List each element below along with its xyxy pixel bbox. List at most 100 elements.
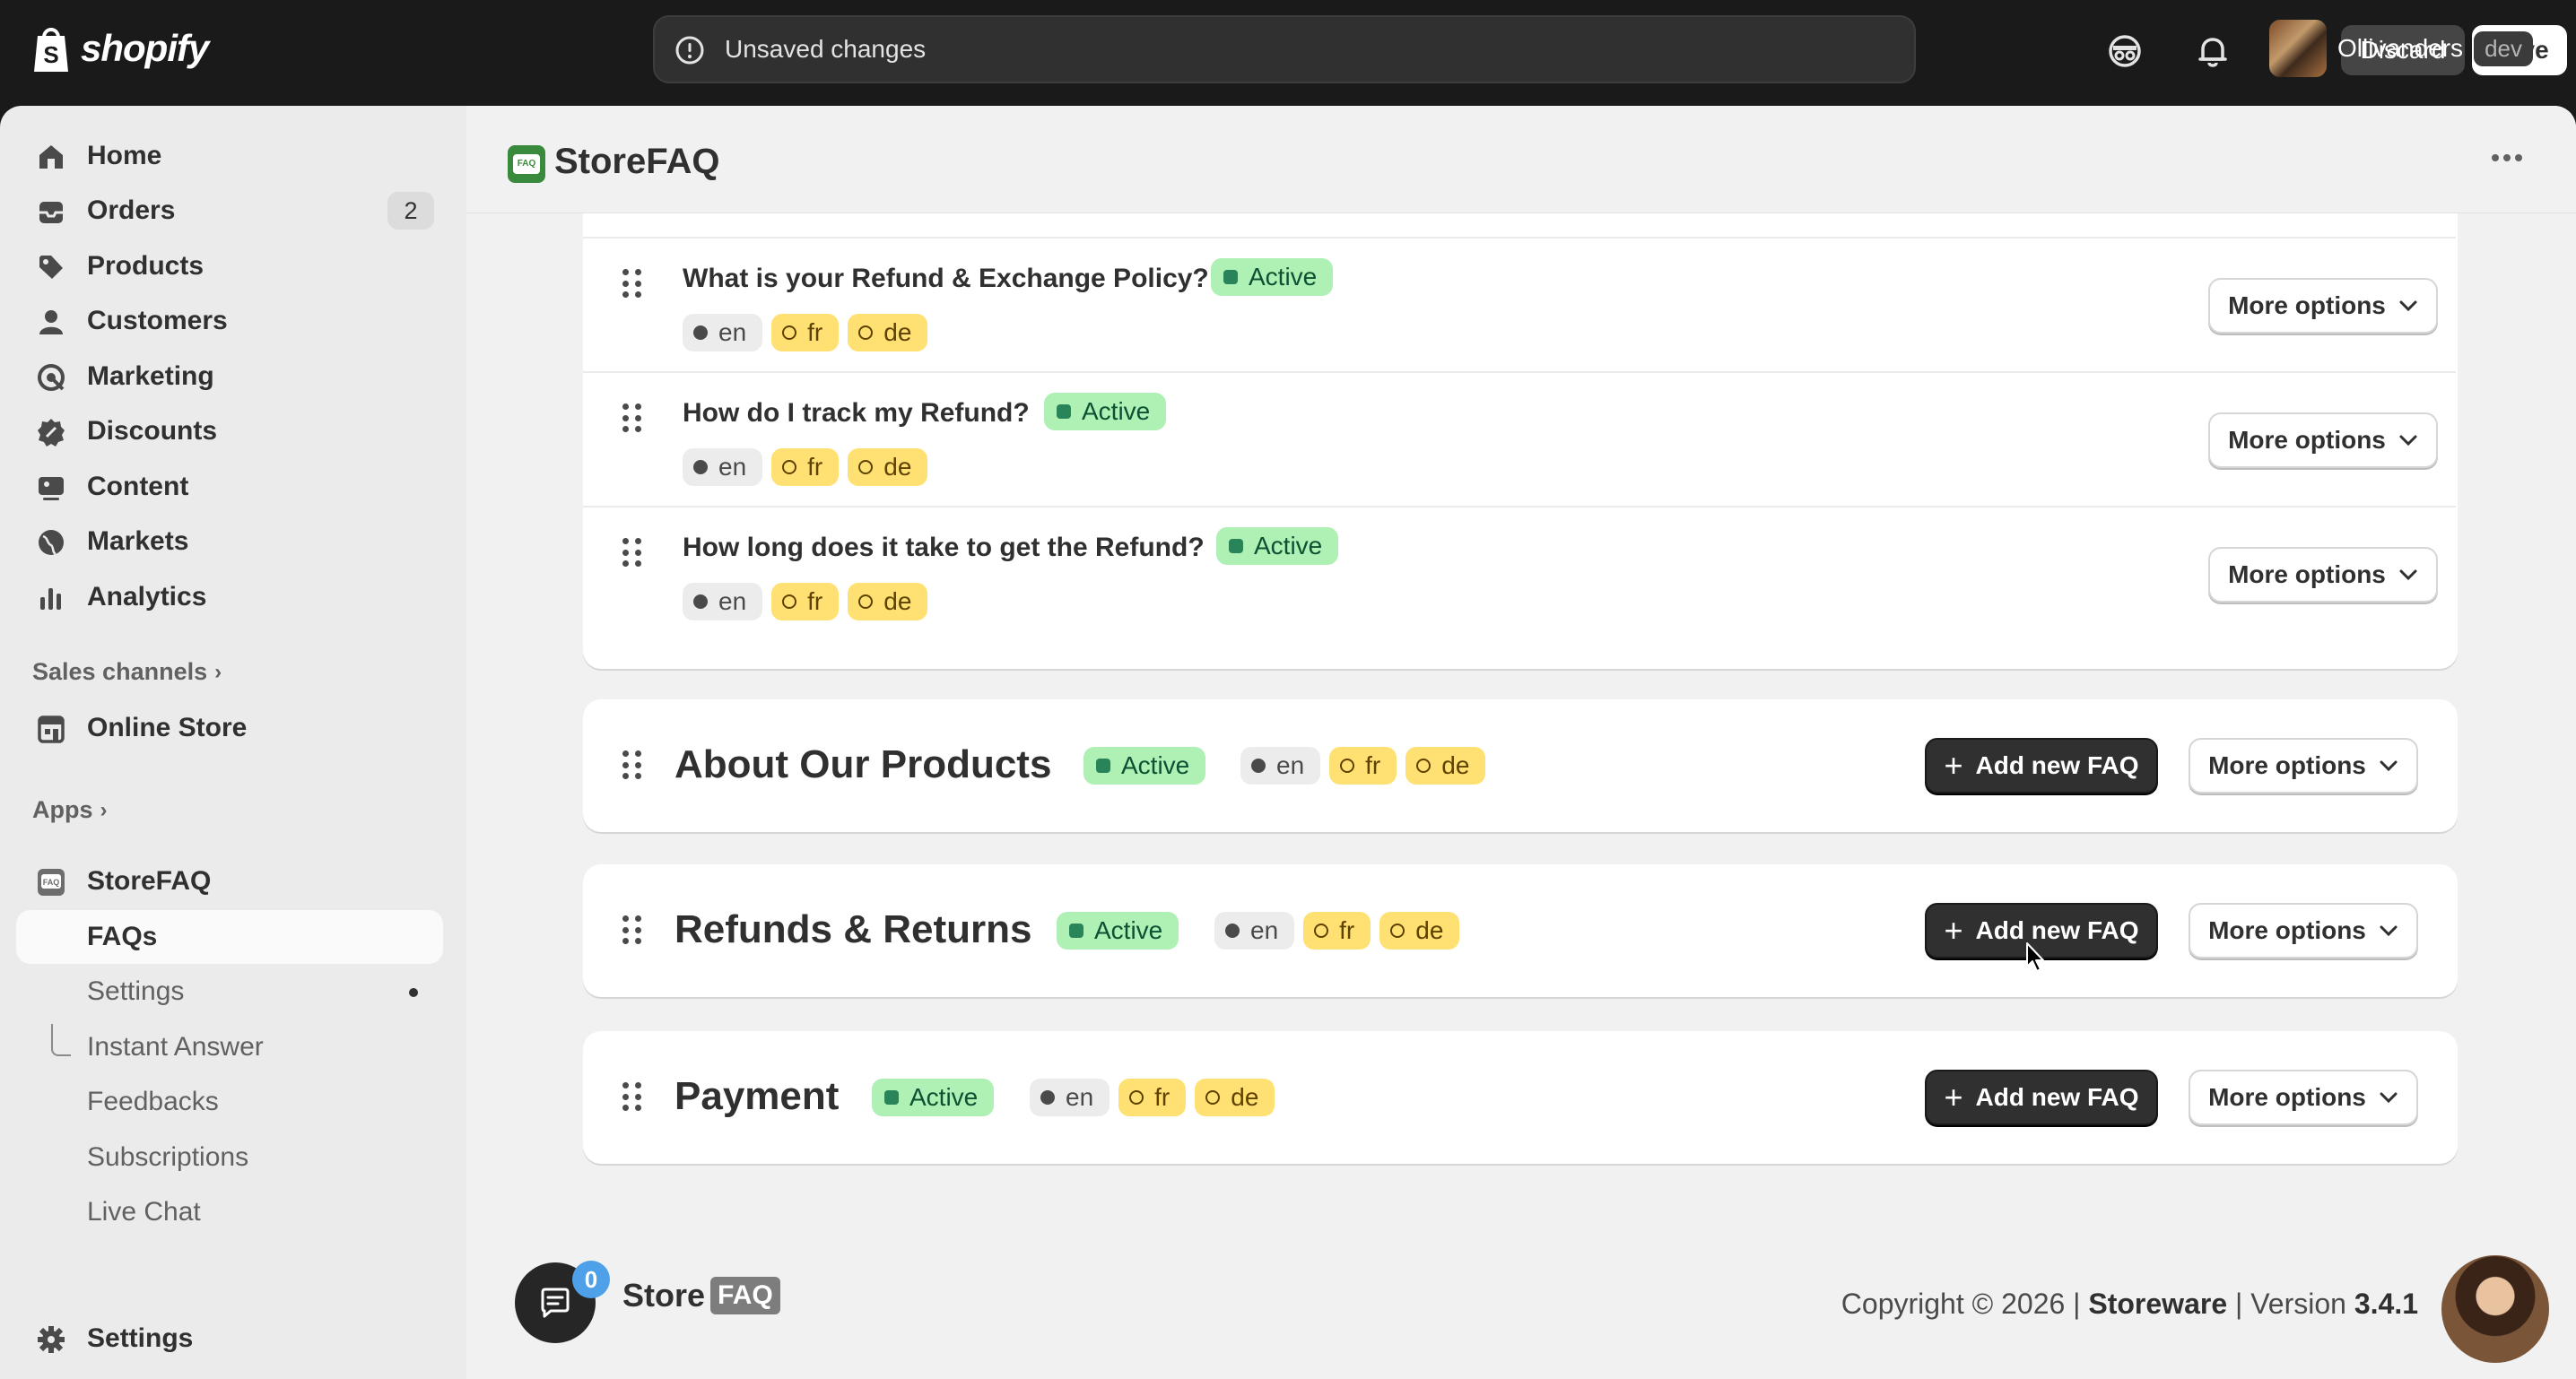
chevron-down-icon — [2399, 569, 2417, 581]
sidebar-item-home[interactable]: Home — [16, 129, 443, 183]
chevron-down-icon — [2380, 925, 2398, 937]
more-options-button[interactable]: More options — [2208, 412, 2438, 468]
drag-handle-icon[interactable] — [622, 915, 642, 946]
unsaved-changes-bar: Unsaved changes Discard Save — [653, 15, 2567, 83]
bell-icon[interactable] — [2192, 30, 2233, 72]
sidebar-item-label: Orders — [87, 195, 176, 225]
more-options-button[interactable]: More options — [2208, 278, 2438, 334]
sidebar-item-live-chat[interactable]: Live Chat — [16, 1185, 443, 1239]
lang-badge-en: en — [683, 314, 763, 351]
plus-icon: + — [1944, 747, 1963, 784]
storefaq-logo-text: FAQ — [513, 154, 540, 174]
storefaq-app-icon: FAQ — [38, 869, 65, 896]
more-options-button[interactable]: More options — [2189, 903, 2418, 958]
add-new-faq-button[interactable]: + Add new FAQ — [1925, 738, 2158, 794]
copyright-text: Copyright © 2026 | Storeware | Version 3… — [1841, 1288, 2418, 1321]
sidebar: Home Orders 2 Products Customers Marketi… — [0, 106, 466, 1379]
discount-icon — [38, 419, 65, 447]
sidebar-item-label: Markets — [87, 526, 189, 556]
plus-icon: + — [1944, 912, 1963, 949]
category-title[interactable]: About Our Products — [674, 742, 1051, 787]
category-card: Refunds & Returns Active en fr de + Add … — [583, 864, 2458, 997]
add-new-faq-label: Add new FAQ — [1975, 916, 2139, 944]
category-title[interactable]: Payment — [674, 1074, 839, 1119]
sidebar-item-products[interactable]: Products — [16, 239, 443, 293]
language-badges: en fr de — [1030, 1079, 1275, 1116]
faq-row[interactable]: How long does it take to get the Refund?… — [583, 506, 2456, 640]
sales-channels-header[interactable]: Sales channels › — [32, 658, 222, 686]
faq-row[interactable]: What is your Refund & Exchange Policy? A… — [583, 237, 2456, 371]
apps-header[interactable]: Apps › — [32, 796, 108, 824]
faq-question[interactable]: How long does it take to get the Refund? — [683, 533, 1205, 563]
more-options-button[interactable]: More options — [2189, 1070, 2418, 1125]
more-options-button[interactable]: More options — [2208, 547, 2438, 603]
footer-logo-store: Store — [622, 1277, 706, 1314]
lang-badge-en: en — [1030, 1079, 1110, 1116]
sidebar-item-discounts[interactable]: Discounts — [16, 404, 443, 458]
sidebar-item-markets[interactable]: Markets — [16, 515, 443, 568]
more-actions-icon[interactable] — [2492, 154, 2522, 165]
sidebar-item-content[interactable]: Content — [16, 460, 443, 514]
chevron-right-icon: › — [214, 659, 222, 684]
language-badges: en fr de — [683, 448, 928, 486]
lang-badge-de: de — [848, 448, 928, 486]
category-title[interactable]: Refunds & Returns — [674, 907, 1031, 952]
store-selector[interactable]: Ollivanders dev — [2269, 20, 2533, 77]
language-badges: en fr de — [1214, 912, 1460, 950]
drag-handle-icon[interactable] — [622, 1082, 642, 1113]
unsaved-changes-text: Unsaved changes — [725, 35, 927, 63]
chevron-right-icon: › — [100, 797, 108, 822]
lang-badge-fr: fr — [1118, 1079, 1187, 1116]
sidebar-item-faqs[interactable]: FAQs — [16, 910, 443, 964]
sidebar-item-online-store[interactable]: Online Store — [16, 701, 443, 755]
chevron-down-icon — [2380, 760, 2398, 772]
sidebar-item-label: Instant Answer — [87, 1032, 264, 1062]
sidebar-item-label: FAQs — [87, 922, 158, 951]
dev-badge: dev — [2474, 30, 2533, 66]
sidebar-item-feedbacks[interactable]: Feedbacks — [16, 1075, 443, 1129]
faq-question[interactable]: What is your Refund & Exchange Policy? — [683, 264, 1209, 294]
mouse-cursor-icon — [2026, 942, 2044, 972]
tag-icon — [39, 256, 63, 279]
add-new-faq-button[interactable]: + Add new FAQ — [1925, 1070, 2158, 1125]
status-badge: Active — [1057, 912, 1179, 950]
drag-handle-icon[interactable] — [622, 538, 642, 568]
sidebar-item-marketing[interactable]: Marketing — [16, 350, 443, 403]
drag-handle-icon[interactable] — [622, 750, 642, 781]
svg-text:FAQ: FAQ — [43, 878, 60, 887]
lang-badge-de: de — [1379, 912, 1460, 950]
sidebar-item-orders[interactable]: Orders 2 — [16, 184, 443, 238]
sidebar-item-customers[interactable]: Customers — [16, 294, 443, 348]
faq-question[interactable]: How do I track my Refund? — [683, 398, 1030, 429]
sidebar-item-instant-answer[interactable]: Instant Answer — [16, 1020, 443, 1074]
top-bar: S shopify Unsaved changes Discard Save O… — [0, 0, 2576, 106]
sidebar-item-subscriptions[interactable]: Subscriptions — [16, 1131, 443, 1184]
drag-handle-icon[interactable] — [622, 403, 642, 434]
storefaq-logo: FAQ — [508, 145, 545, 183]
shopify-logo[interactable]: S shopify — [30, 23, 209, 74]
faq-list-card: What is your Refund & Exchange Policy? A… — [583, 212, 2458, 669]
app-header: FAQ StoreFAQ — [466, 106, 2576, 213]
sidebar-item-store-settings[interactable]: Settings — [16, 1312, 443, 1366]
sidebar-item-storefaq[interactable]: FAQ StoreFAQ — [16, 854, 443, 908]
sidebar-item-label: Discounts — [87, 416, 218, 446]
sidebar-item-settings[interactable]: Settings — [16, 965, 443, 1019]
more-options-label: More options — [2228, 560, 2386, 588]
faq-row[interactable]: How do I track my Refund? Active en fr d… — [583, 371, 2456, 506]
lang-badge-fr: fr — [1303, 912, 1371, 950]
sidebar-item-label: Analytics — [87, 582, 207, 611]
support-agent-avatar[interactable] — [2441, 1255, 2549, 1363]
sidebar-item-label: Content — [87, 472, 189, 501]
lang-badge-fr: fr — [771, 583, 840, 620]
orders-count-badge: 2 — [387, 192, 434, 230]
drag-handle-icon[interactable] — [622, 269, 642, 299]
language-badges: en fr de — [683, 583, 928, 620]
sidebar-item-label: StoreFAQ — [87, 866, 212, 896]
sidebar-item-analytics[interactable]: Analytics — [16, 570, 443, 624]
sidebar-item-label: Products — [87, 251, 205, 281]
footer-storefaq-logo: Store FAQ — [622, 1277, 780, 1314]
lang-badge-en: en — [1214, 912, 1295, 950]
company-link[interactable]: Storeware — [2088, 1288, 2227, 1320]
incognito-icon[interactable] — [2104, 30, 2145, 72]
more-options-button[interactable]: More options — [2189, 738, 2418, 794]
